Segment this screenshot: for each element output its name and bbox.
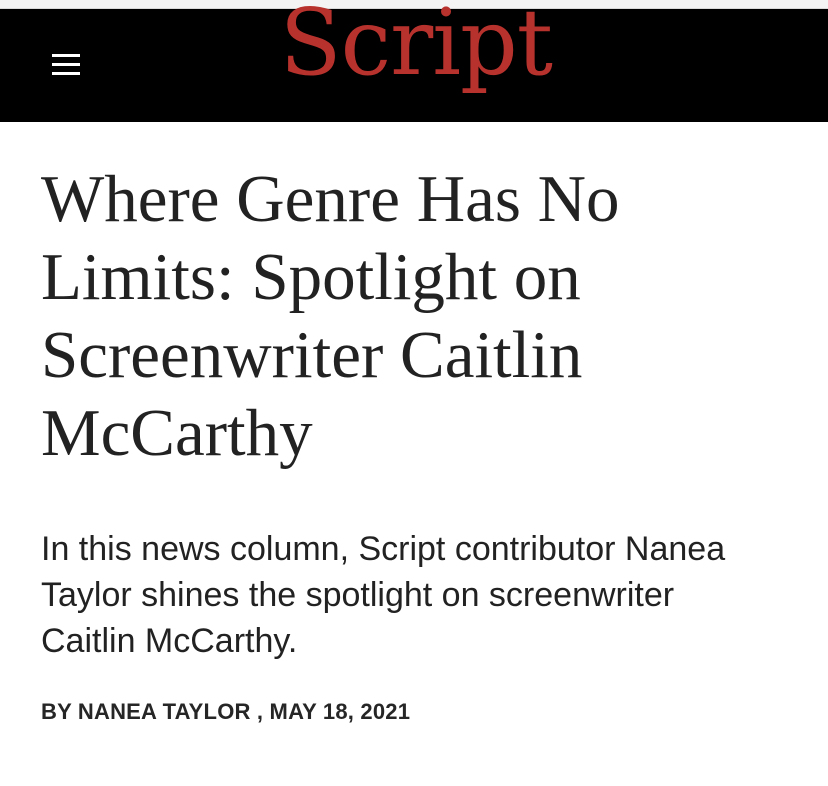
article-byline: BY NANEA TAYLOR , MAY 18, 2021	[41, 697, 801, 727]
article-dek: In this news column, Script contributor …	[41, 530, 726, 660]
article-headline: Where Genre Has No Limits: Spotlight on …	[41, 162, 620, 470]
byline-separator: ,	[256, 699, 264, 724]
site-logo-text: Script	[279, 0, 553, 96]
byline-author[interactable]: NANEA TAYLOR	[78, 699, 251, 724]
site-header: Script	[0, 0, 828, 122]
article: Where Genre Has No Limits: Spotlight on …	[41, 160, 801, 727]
site-logo[interactable]: Script	[0, 0, 828, 89]
byline-date: MAY 18, 2021	[269, 699, 411, 724]
byline-prefix: BY	[41, 699, 72, 724]
